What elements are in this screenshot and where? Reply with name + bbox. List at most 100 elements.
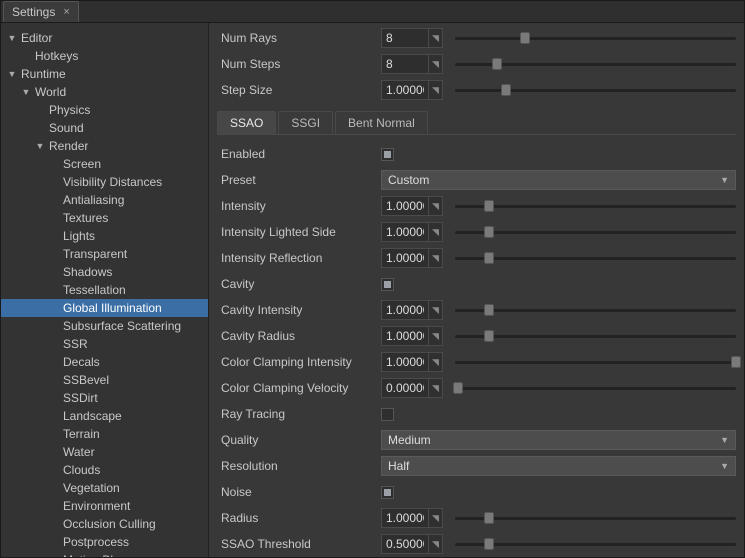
- color-clamping-velocity-field[interactable]: ◥: [381, 378, 443, 398]
- sidebar-item-textures[interactable]: Textures: [1, 209, 208, 227]
- slider-thumb[interactable]: [484, 226, 494, 238]
- num-steps-field[interactable]: ◥: [381, 54, 443, 74]
- cavity-intensity-field[interactable]: ◥: [381, 300, 443, 320]
- sidebar-item-postprocess[interactable]: Postprocess: [1, 533, 208, 551]
- stepper-icon[interactable]: ◥: [428, 29, 442, 47]
- sidebar-item-shadows[interactable]: Shadows: [1, 263, 208, 281]
- stepper-icon[interactable]: ◥: [428, 353, 442, 371]
- close-icon[interactable]: ×: [61, 6, 71, 18]
- slider-thumb[interactable]: [520, 32, 530, 44]
- sidebar-item-antialiasing[interactable]: Antialiasing: [1, 191, 208, 209]
- sidebar-item-landscape[interactable]: Landscape: [1, 407, 208, 425]
- num-steps-slider[interactable]: [455, 55, 736, 73]
- tab-ssgi[interactable]: SSGI: [278, 111, 333, 134]
- slider-thumb[interactable]: [484, 538, 494, 550]
- sidebar-item-ssbevel[interactable]: SSBevel: [1, 371, 208, 389]
- sidebar-item-terrain[interactable]: Terrain: [1, 425, 208, 443]
- sidebar-item-ssdirt[interactable]: SSDirt: [1, 389, 208, 407]
- sidebar-item-decals[interactable]: Decals: [1, 353, 208, 371]
- cavity-checkbox[interactable]: [381, 278, 394, 291]
- radius-field[interactable]: ◥: [381, 508, 443, 528]
- sidebar-item-occlusion-culling[interactable]: Occlusion Culling: [1, 515, 208, 533]
- stepper-icon[interactable]: ◥: [428, 55, 442, 73]
- radius-input[interactable]: [382, 511, 428, 525]
- intensity-lighted-side-field[interactable]: ◥: [381, 222, 443, 242]
- cavity-radius-field[interactable]: ◥: [381, 326, 443, 346]
- intensity-reflection-slider[interactable]: [455, 249, 736, 267]
- sidebar-item-ssr[interactable]: SSR: [1, 335, 208, 353]
- sidebar-item-transparent[interactable]: Transparent: [1, 245, 208, 263]
- cavity-intensity-input[interactable]: [382, 303, 428, 317]
- intensity-slider[interactable]: [455, 197, 736, 215]
- radius-slider[interactable]: [455, 509, 736, 527]
- sidebar-item-screen[interactable]: Screen: [1, 155, 208, 173]
- color-clamping-velocity-input[interactable]: [382, 381, 428, 395]
- slider-thumb[interactable]: [484, 304, 494, 316]
- tab-settings[interactable]: Settings ×: [3, 1, 79, 22]
- sidebar-item-hotkeys[interactable]: Hotkeys: [1, 47, 208, 65]
- slider-thumb[interactable]: [731, 356, 741, 368]
- slider-thumb[interactable]: [453, 382, 463, 394]
- tab-ssao[interactable]: SSAO: [217, 111, 276, 134]
- stepper-icon[interactable]: ◥: [428, 301, 442, 319]
- sidebar-item-runtime[interactable]: ▼Runtime: [1, 65, 208, 83]
- slider-thumb[interactable]: [484, 330, 494, 342]
- intensity-reflection-field[interactable]: ◥: [381, 248, 443, 268]
- sidebar-item-subsurface-scattering[interactable]: Subsurface Scattering: [1, 317, 208, 335]
- color-clamping-intensity-input[interactable]: [382, 355, 428, 369]
- step-size-field[interactable]: ◥: [381, 80, 443, 100]
- stepper-icon[interactable]: ◥: [428, 327, 442, 345]
- step-size-input[interactable]: [382, 83, 428, 97]
- quality-select[interactable]: Medium▼: [381, 430, 736, 450]
- num-rays-slider[interactable]: [455, 29, 736, 47]
- chevron-down-icon[interactable]: ▼: [7, 69, 17, 79]
- resolution-select[interactable]: Half▼: [381, 456, 736, 476]
- stepper-icon[interactable]: ◥: [428, 535, 442, 553]
- chevron-down-icon[interactable]: ▼: [7, 33, 17, 43]
- sidebar-item-editor[interactable]: ▼Editor: [1, 29, 208, 47]
- color-clamping-velocity-slider[interactable]: [455, 379, 736, 397]
- intensity-input[interactable]: [382, 199, 428, 213]
- intensity-field[interactable]: ◥: [381, 196, 443, 216]
- cavity-intensity-slider[interactable]: [455, 301, 736, 319]
- settings-content[interactable]: Num Rays◥Num Steps◥Step Size◥SSAOSSGIBen…: [209, 23, 744, 557]
- num-rays-input[interactable]: [382, 31, 428, 45]
- intensity-lighted-side-input[interactable]: [382, 225, 428, 239]
- step-size-slider[interactable]: [455, 81, 736, 99]
- enabled-checkbox[interactable]: [381, 148, 394, 161]
- tab-bent-normal[interactable]: Bent Normal: [335, 111, 428, 134]
- slider-thumb[interactable]: [484, 512, 494, 524]
- ssao-threshold-input[interactable]: [382, 537, 428, 551]
- cavity-radius-slider[interactable]: [455, 327, 736, 345]
- num-rays-field[interactable]: ◥: [381, 28, 443, 48]
- stepper-icon[interactable]: ◥: [428, 197, 442, 215]
- slider-thumb[interactable]: [484, 200, 494, 212]
- sidebar-item-render[interactable]: ▼Render: [1, 137, 208, 155]
- stepper-icon[interactable]: ◥: [428, 249, 442, 267]
- ray-tracing-checkbox[interactable]: [381, 408, 394, 421]
- sidebar-item-sound[interactable]: Sound: [1, 119, 208, 137]
- cavity-radius-input[interactable]: [382, 329, 428, 343]
- sidebar-tree[interactable]: ▼EditorHotkeys▼Runtime▼WorldPhysicsSound…: [1, 23, 209, 557]
- chevron-down-icon[interactable]: ▼: [21, 87, 31, 97]
- sidebar-item-visibility-distances[interactable]: Visibility Distances: [1, 173, 208, 191]
- stepper-icon[interactable]: ◥: [428, 379, 442, 397]
- sidebar-item-lights[interactable]: Lights: [1, 227, 208, 245]
- sidebar-item-global-illumination[interactable]: Global Illumination: [1, 299, 208, 317]
- sidebar-item-clouds[interactable]: Clouds: [1, 461, 208, 479]
- noise-checkbox[interactable]: [381, 486, 394, 499]
- chevron-down-icon[interactable]: ▼: [35, 141, 45, 151]
- intensity-reflection-input[interactable]: [382, 251, 428, 265]
- color-clamping-intensity-slider[interactable]: [455, 353, 736, 371]
- stepper-icon[interactable]: ◥: [428, 509, 442, 527]
- sidebar-item-environment[interactable]: Environment: [1, 497, 208, 515]
- ssao-threshold-field[interactable]: ◥: [381, 534, 443, 554]
- sidebar-item-motion-blur[interactable]: Motion Blur: [1, 551, 208, 557]
- stepper-icon[interactable]: ◥: [428, 81, 442, 99]
- slider-thumb[interactable]: [484, 252, 494, 264]
- slider-thumb[interactable]: [501, 84, 511, 96]
- slider-thumb[interactable]: [492, 58, 502, 70]
- sidebar-item-world[interactable]: ▼World: [1, 83, 208, 101]
- sidebar-item-water[interactable]: Water: [1, 443, 208, 461]
- preset-select[interactable]: Custom▼: [381, 170, 736, 190]
